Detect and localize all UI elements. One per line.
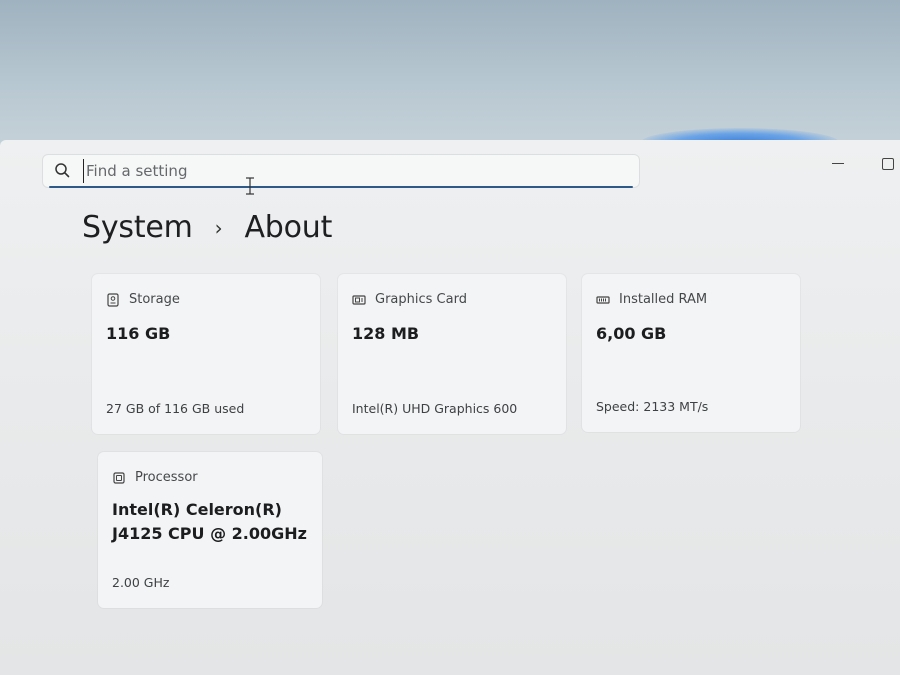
graphics-card-header: Graphics Card — [352, 292, 467, 307]
installed-ram-title: Installed RAM — [619, 292, 708, 307]
storage-value: 116 GB — [106, 324, 171, 343]
graphics-card-card[interactable]: Graphics Card 128 MB Intel(R) UHD Graphi… — [338, 274, 566, 434]
memory-icon — [596, 295, 610, 304]
processor-detail: 2.00 GHz — [112, 575, 170, 590]
graphics-card-icon — [352, 294, 366, 305]
storage-card[interactable]: Storage 116 GB 27 GB of 116 GB used — [92, 274, 320, 434]
window-controls — [820, 154, 900, 174]
settings-window: System › About Storage 116 GB 27 GB of 1… — [0, 140, 900, 675]
breadcrumb-system-link[interactable]: System — [82, 210, 193, 245]
installed-ram-value: 6,00 GB — [596, 324, 667, 343]
processor-value: Intel(R) Celeron(R) J4125 CPU @ 2.00GHz — [112, 500, 307, 543]
i-beam-cursor-icon — [246, 177, 254, 195]
search-icon — [55, 163, 70, 178]
storage-drive-icon — [107, 292, 119, 307]
search-box[interactable] — [42, 154, 640, 188]
breadcrumb: System › About — [82, 210, 332, 245]
graphics-card-title: Graphics Card — [375, 292, 467, 307]
installed-ram-detail: Speed: 2133 MT/s — [596, 399, 709, 414]
installed-ram-card[interactable]: Installed RAM 6,00 GB Speed: 2133 MT/s — [582, 274, 800, 432]
minimize-button[interactable] — [832, 163, 844, 164]
processor-icon — [113, 471, 125, 484]
maximize-button[interactable] — [882, 158, 894, 170]
installed-ram-header: Installed RAM — [596, 292, 707, 307]
search-input[interactable] — [83, 159, 626, 183]
graphics-card-value: 128 MB — [352, 324, 420, 343]
storage-title: Storage — [129, 292, 180, 307]
chevron-right-icon: › — [214, 215, 223, 240]
processor-card[interactable]: Processor Intel(R) Celeron(R) J4125 CPU … — [98, 452, 322, 608]
processor-header: Processor — [112, 470, 198, 485]
storage-detail: 27 GB of 116 GB used — [106, 401, 245, 416]
page-title: About — [244, 210, 333, 245]
graphics-card-detail: Intel(R) UHD Graphics 600 — [352, 401, 518, 416]
storage-card-header: Storage — [106, 292, 180, 307]
desktop-background — [0, 0, 900, 158]
processor-title: Processor — [135, 470, 198, 485]
